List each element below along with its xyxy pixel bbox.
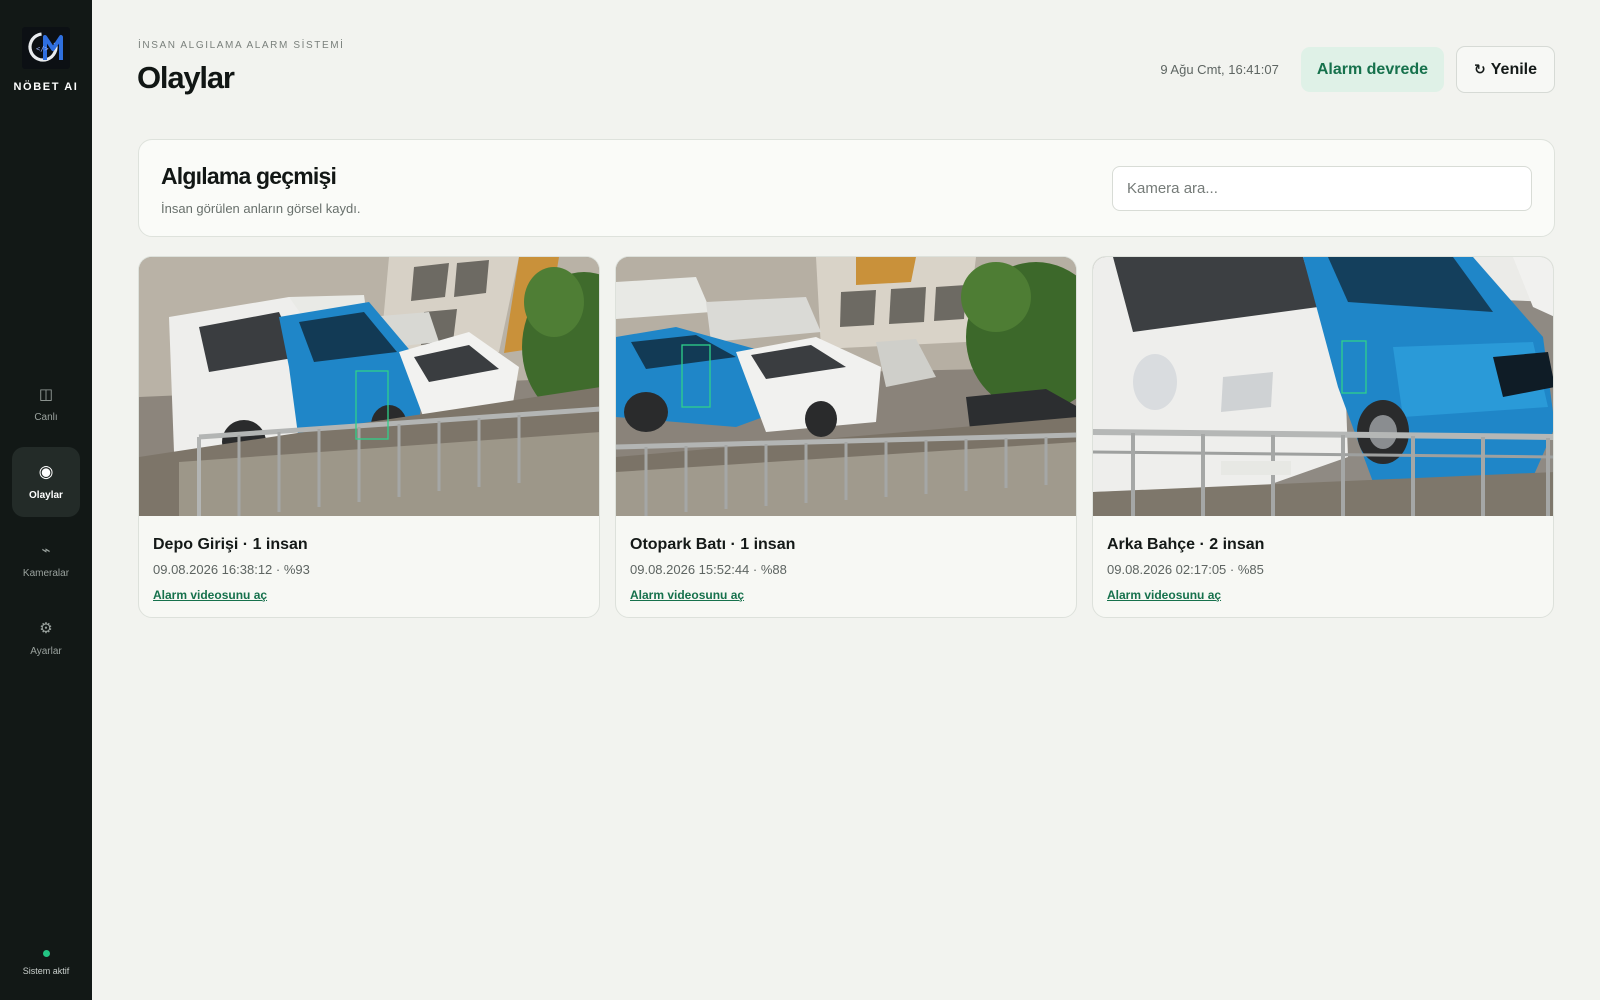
camera-icon: ⌁ bbox=[41, 541, 51, 559]
event-meta: 09.08.2026 02:17:05 · %85 bbox=[1107, 562, 1264, 577]
system-status-label: Sistem aktif bbox=[22, 966, 70, 976]
page-eyebrow: İNSAN ALGILAMA ALARM SİSTEMİ bbox=[138, 40, 345, 51]
split-view-icon: ◫ bbox=[38, 385, 54, 403]
event-card-body: Arka Bahçe · 2 insan 09.08.2026 02:17:05… bbox=[1093, 516, 1553, 604]
camera-search-input[interactable] bbox=[1112, 166, 1532, 211]
sidebar-item-ayarlar[interactable]: ⚙ Ayarlar bbox=[12, 603, 80, 673]
alarm-status-badge[interactable]: Alarm devrede bbox=[1300, 47, 1445, 92]
sidebar-item-canli[interactable]: ◫ Canlı bbox=[12, 369, 80, 439]
event-title: Otopark Batı · 1 insan bbox=[630, 536, 796, 553]
event-snapshot[interactable] bbox=[139, 257, 600, 516]
sidebar-item-label: Olaylar bbox=[29, 490, 63, 501]
sidebar: </> NÖBET AI ◫ Canlı ◉ Olaylar ⌁ Kameral… bbox=[0, 0, 92, 1000]
event-snapshot[interactable] bbox=[1093, 257, 1554, 516]
refresh-button-label: Yenile bbox=[1490, 60, 1537, 78]
header-actions: 9 Ağu Cmt, 16:41:07 Alarm devrede ↻ Yeni… bbox=[1160, 46, 1555, 93]
sidebar-item-kameralar[interactable]: ⌁ Kameralar bbox=[12, 525, 80, 595]
system-status: Sistem aktif bbox=[0, 950, 92, 976]
section-subtitle: İnsan görülen anların görsel kaydı. bbox=[161, 201, 361, 216]
event-card: Depo Girişi · 1 insan 09.08.2026 16:38:1… bbox=[138, 256, 600, 618]
event-title: Depo Girişi · 1 insan bbox=[153, 536, 308, 553]
open-alarm-video-link[interactable]: Alarm videosunu aç bbox=[153, 588, 267, 602]
page-title: Olaylar bbox=[137, 60, 235, 95]
record-dot-icon: ◉ bbox=[38, 462, 54, 482]
sidebar-item-label: Canlı bbox=[34, 412, 58, 423]
event-snapshot[interactable] bbox=[616, 257, 1077, 516]
brand-logo[interactable]: </> bbox=[22, 27, 70, 69]
open-alarm-video-link[interactable]: Alarm videosunu aç bbox=[1107, 588, 1221, 602]
sidebar-item-label: Ayarlar bbox=[30, 646, 62, 657]
detection-history-panel: Algılama geçmişi İnsan görülen anların g… bbox=[138, 139, 1555, 237]
sidebar-item-label: Kameralar bbox=[22, 568, 70, 579]
section-title: Algılama geçmişi bbox=[161, 163, 337, 189]
refresh-button[interactable]: ↻ Yenile bbox=[1456, 46, 1555, 93]
event-card: Arka Bahçe · 2 insan 09.08.2026 02:17:05… bbox=[1092, 256, 1554, 618]
event-cards: Depo Girişi · 1 insan 09.08.2026 16:38:1… bbox=[138, 256, 1555, 618]
event-title: Arka Bahçe · 2 insan bbox=[1107, 536, 1265, 553]
event-meta: 09.08.2026 16:38:12 · %93 bbox=[153, 562, 310, 577]
refresh-icon: ↻ bbox=[1474, 61, 1486, 78]
event-card-body: Depo Girişi · 1 insan 09.08.2026 16:38:1… bbox=[139, 516, 599, 604]
gear-icon: ⚙ bbox=[39, 619, 53, 637]
status-dot-icon bbox=[42, 950, 50, 957]
sidebar-item-olaylar[interactable]: ◉ Olaylar bbox=[12, 447, 80, 517]
open-alarm-video-link[interactable]: Alarm videosunu aç bbox=[630, 588, 744, 602]
svg-text:</>: </> bbox=[36, 45, 49, 53]
sidebar-nav: ◫ Canlı ◉ Olaylar ⌁ Kameralar ⚙ Ayarlar bbox=[12, 369, 80, 673]
clock: 9 Ağu Cmt, 16:41:07 bbox=[1160, 62, 1279, 77]
event-card-body: Otopark Batı · 1 insan 09.08.2026 15:52:… bbox=[616, 516, 1076, 604]
event-meta: 09.08.2026 15:52:44 · %88 bbox=[630, 562, 787, 577]
event-card: Otopark Batı · 1 insan 09.08.2026 15:52:… bbox=[615, 256, 1077, 618]
brand-name: NÖBET AI bbox=[13, 81, 79, 93]
